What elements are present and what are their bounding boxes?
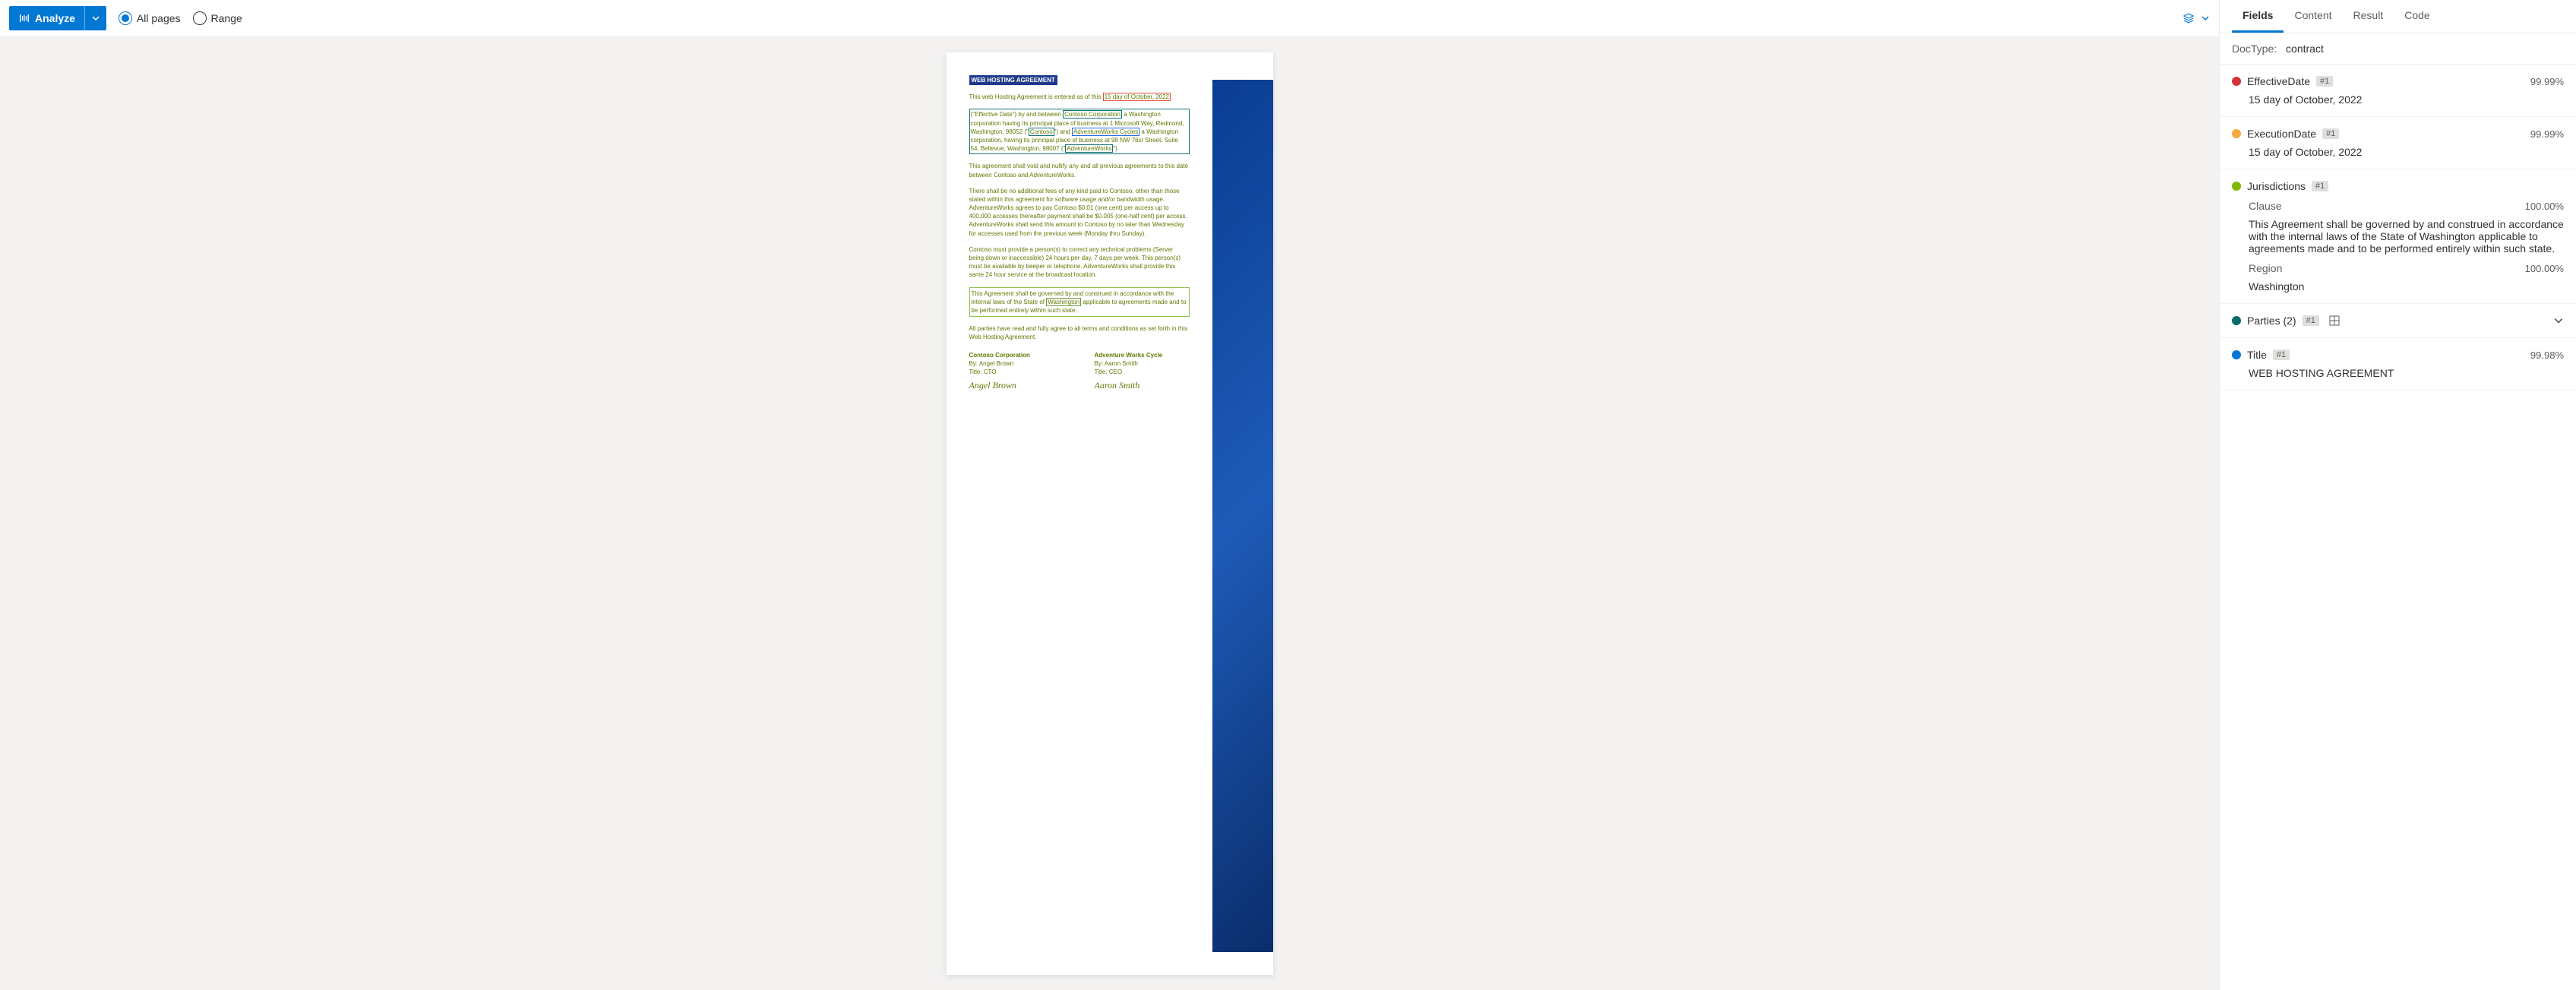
document-page: WEB HOSTING AGREEMENT This web Hosting A…: [947, 52, 1273, 975]
doctype-label: DocType:: [2232, 43, 2277, 55]
layers-icon[interactable]: [2182, 12, 2195, 24]
jurisdiction-box: This Agreement shall be governed by and …: [969, 287, 1190, 318]
analyze-label: Analyze: [35, 12, 75, 24]
table-icon: [2328, 315, 2341, 327]
fields-list: EffectiveDate #1 99.99% 15 day of Octobe…: [2220, 65, 2576, 990]
effective-date-box: 15 day of October, 2022: [1103, 93, 1171, 101]
doc-title-highlight: WEB HOSTING AGREEMENT: [969, 75, 1057, 85]
tab-code[interactable]: Code: [2394, 0, 2440, 33]
parties-box: ("Effective Date") by and between Contos…: [969, 109, 1190, 154]
field-color-dot: [2232, 316, 2241, 325]
all-pages-radio[interactable]: All pages: [119, 11, 181, 25]
signature-block-2: Adventure Works Cycle By: Aaron Smith Ti…: [1095, 351, 1190, 392]
analyze-icon: [18, 12, 30, 24]
chevron-down-icon: [91, 14, 100, 23]
analyze-dropdown[interactable]: [84, 6, 106, 30]
document-decorative-sidebar: [1212, 80, 1273, 952]
tab-fields[interactable]: Fields: [2232, 0, 2284, 33]
field-execution-date[interactable]: ExecutionDate #1 99.99% 15 day of Octobe…: [2220, 117, 2576, 169]
field-effective-date[interactable]: EffectiveDate #1 99.99% 15 day of Octobe…: [2220, 65, 2576, 117]
field-parties[interactable]: Parties (2) #1: [2220, 304, 2576, 338]
all-pages-label: All pages: [137, 12, 181, 24]
analyze-button[interactable]: Analyze: [9, 6, 106, 30]
field-color-dot: [2232, 182, 2241, 191]
document-preview-area[interactable]: WEB HOSTING AGREEMENT This web Hosting A…: [0, 37, 2219, 990]
tab-content[interactable]: Content: [2284, 0, 2342, 33]
range-radio[interactable]: Range: [193, 11, 242, 25]
chevron-down-icon[interactable]: [2201, 14, 2210, 23]
signature-block-1: Contoso Corporation By: Angel Brown Titl…: [969, 351, 1064, 392]
field-title[interactable]: Title #1 99.98% WEB HOSTING AGREEMENT: [2220, 338, 2576, 391]
panel-tabs: Fields Content Result Code: [2220, 0, 2576, 33]
page-range-group: All pages Range: [119, 11, 242, 25]
field-jurisdictions[interactable]: Jurisdictions #1 Clause 100.00% This Agr…: [2220, 169, 2576, 304]
doctype-value: contract: [2286, 43, 2324, 55]
results-panel: Fields Content Result Code DocType: cont…: [2219, 0, 2576, 990]
tab-result[interactable]: Result: [2343, 0, 2394, 33]
chevron-down-icon[interactable]: [2553, 315, 2564, 326]
field-color-dot: [2232, 77, 2241, 86]
range-label: Range: [211, 12, 242, 24]
field-color-dot: [2232, 350, 2241, 359]
toolbar: Analyze All pages Range: [0, 0, 2219, 37]
doctype-row: DocType: contract: [2220, 33, 2576, 65]
field-color-dot: [2232, 129, 2241, 138]
